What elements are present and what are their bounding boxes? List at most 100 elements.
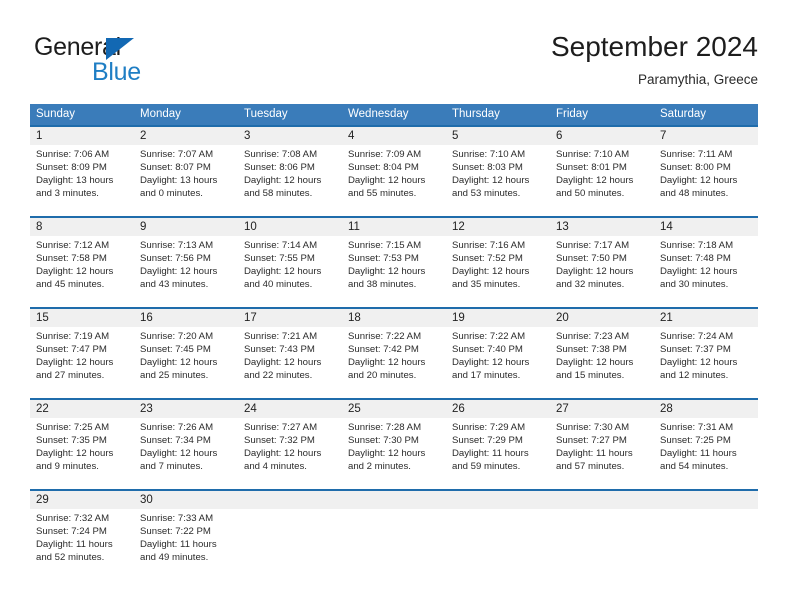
sunrise-text: Sunrise: 7:08 AM: [244, 149, 318, 160]
day-cell[interactable]: Sunrise: 7:14 AM Sunset: 7:55 PM Daylight:…: [238, 236, 342, 307]
day-cell[interactable]: Sunrise: 7:23 AM Sunset: 7:38 PM Daylight:…: [550, 327, 654, 398]
day-number[interactable]: 9: [134, 218, 238, 236]
sunrise-text: Sunrise: 7:22 AM: [348, 331, 422, 342]
sunrise-text: Sunrise: 7:11 AM: [660, 149, 733, 160]
sunrise-text: Sunrise: 7:25 AM: [36, 422, 110, 433]
sunset-text: Sunset: 7:50 PM: [556, 253, 627, 264]
day-cell[interactable]: Sunrise: 7:12 AM Sunset: 7:58 PM Daylight:…: [30, 236, 134, 307]
daylight-text: Daylight: 12 hours and 48 minutes.: [660, 175, 738, 199]
day-number[interactable]: 27: [550, 400, 654, 418]
day-number-band: 1234567: [30, 127, 758, 145]
day-cell[interactable]: Sunrise: 7:21 AM Sunset: 7:43 PM Daylight:…: [238, 327, 342, 398]
day-cell[interactable]: Sunrise: 7:27 AM Sunset: 7:32 PM Daylight:…: [238, 418, 342, 489]
sunrise-text: Sunrise: 7:33 AM: [140, 513, 214, 524]
day-cell[interactable]: Sunrise: 7:17 AM Sunset: 7:50 PM Daylight:…: [550, 236, 654, 307]
day-cell[interactable]: Sunrise: 7:09 AM Sunset: 8:04 PM Daylight:…: [342, 145, 446, 216]
day-number[interactable]: 1: [30, 127, 134, 145]
daylight-text: Daylight: 12 hours and 43 minutes.: [140, 266, 218, 290]
day-number[interactable]: 25: [342, 400, 446, 418]
day-cell[interactable]: Sunrise: 7:24 AM Sunset: 7:37 PM Daylight:…: [654, 327, 758, 398]
daylight-text: Daylight: 11 hours and 49 minutes.: [140, 539, 217, 563]
day-cell[interactable]: Sunrise: 7:16 AM Sunset: 7:52 PM Daylight:…: [446, 236, 550, 307]
day-cell[interactable]: Sunrise: 7:11 AM Sunset: 8:00 PM Daylight:…: [654, 145, 758, 216]
sunrise-text: Sunrise: 7:26 AM: [140, 422, 214, 433]
day-number[interactable]: 18: [342, 309, 446, 327]
day-number[interactable]: 7: [654, 127, 758, 145]
day-number[interactable]: 30: [134, 491, 238, 509]
sunrise-text: Sunrise: 7:12 AM: [36, 240, 110, 251]
day-cell[interactable]: Sunrise: 7:10 AM Sunset: 8:01 PM Daylight:…: [550, 145, 654, 216]
day-cell[interactable]: Sunrise: 7:20 AM Sunset: 7:45 PM Daylight:…: [134, 327, 238, 398]
sunset-text: Sunset: 7:29 PM: [452, 435, 523, 446]
general-blue-logo: General Blue: [34, 33, 254, 89]
day-number[interactable]: 2: [134, 127, 238, 145]
daylight-text: Daylight: 12 hours and 35 minutes.: [452, 266, 530, 290]
day-number[interactable]: 13: [550, 218, 654, 236]
daylight-text: Daylight: 12 hours and 27 minutes.: [36, 357, 114, 381]
day-number[interactable]: 4: [342, 127, 446, 145]
day-cell[interactable]: Sunrise: 7:30 AM Sunset: 7:27 PM Daylight:…: [550, 418, 654, 489]
day-number[interactable]: 21: [654, 309, 758, 327]
daylight-text: Daylight: 12 hours and 20 minutes.: [348, 357, 426, 381]
day-cell[interactable]: Sunrise: 7:25 AM Sunset: 7:35 PM Daylight:…: [30, 418, 134, 489]
day-number[interactable]: 14: [654, 218, 758, 236]
day-cell[interactable]: Sunrise: 7:32 AM Sunset: 7:24 PM Daylight:…: [30, 509, 134, 580]
sunset-text: Sunset: 7:38 PM: [556, 344, 627, 355]
day-number[interactable]: 12: [446, 218, 550, 236]
day-cell[interactable]: Sunrise: 7:22 AM Sunset: 7:40 PM Daylight:…: [446, 327, 550, 398]
day-cell[interactable]: Sunrise: 7:08 AM Sunset: 8:06 PM Daylight:…: [238, 145, 342, 216]
daylight-text: Daylight: 12 hours and 58 minutes.: [244, 175, 322, 199]
day-cell[interactable]: Sunrise: 7:28 AM Sunset: 7:30 PM Daylight:…: [342, 418, 446, 489]
sunrise-text: Sunrise: 7:16 AM: [452, 240, 526, 251]
day-number[interactable]: 19: [446, 309, 550, 327]
sunset-text: Sunset: 7:58 PM: [36, 253, 107, 264]
page-header: General Blue September 2024 Paramythia, …: [0, 0, 792, 100]
sunrise-text: Sunrise: 7:30 AM: [556, 422, 630, 433]
day-cell[interactable]: Sunrise: 7:13 AM Sunset: 7:56 PM Daylight:…: [134, 236, 238, 307]
daylight-text: Daylight: 12 hours and 25 minutes.: [140, 357, 218, 381]
sunset-text: Sunset: 7:22 PM: [140, 526, 211, 537]
location-subtitle: Paramythia, Greece: [637, 72, 758, 87]
day-cell[interactable]: Sunrise: 7:19 AM Sunset: 7:47 PM Daylight:…: [30, 327, 134, 398]
day-cell[interactable]: Sunrise: 7:15 AM Sunset: 7:53 PM Daylight:…: [342, 236, 446, 307]
day-cell[interactable]: Sunrise: 7:31 AM Sunset: 7:25 PM Daylight:…: [654, 418, 758, 489]
day-number[interactable]: 3: [238, 127, 342, 145]
sunset-text: Sunset: 7:47 PM: [36, 344, 107, 355]
day-cell[interactable]: Sunrise: 7:06 AM Sunset: 8:09 PM Daylight:…: [30, 145, 134, 216]
sunset-text: Sunset: 8:09 PM: [36, 162, 107, 173]
day-cell[interactable]: Sunrise: 7:29 AM Sunset: 7:29 PM Daylight:…: [446, 418, 550, 489]
day-number[interactable]: 16: [134, 309, 238, 327]
sunrise-text: Sunrise: 7:07 AM: [140, 149, 214, 160]
day-cell[interactable]: Sunrise: 7:33 AM Sunset: 7:22 PM Daylight:…: [134, 509, 238, 580]
day-cell[interactable]: Sunrise: 7:18 AM Sunset: 7:48 PM Daylight:…: [654, 236, 758, 307]
calendar-week-row: 15 16 17 18 19 20 21 Sunrise: 7:19 AM Sunset: 7:…: [30, 307, 758, 398]
day-number[interactable]: 26: [446, 400, 550, 418]
day-number[interactable]: 29: [30, 491, 134, 509]
daylight-text: Daylight: 12 hours and 50 minutes.: [556, 175, 634, 199]
day-number[interactable]: 11: [342, 218, 446, 236]
day-detail-band: Sunrise: 7:12 AM Sunset: 7:58 PM Daylight:…: [30, 236, 758, 307]
daylight-text: Daylight: 12 hours and 22 minutes.: [244, 357, 322, 381]
day-number[interactable]: 6: [550, 127, 654, 145]
day-cell[interactable]: Sunrise: 7:26 AM Sunset: 7:34 PM Daylight:…: [134, 418, 238, 489]
day-number[interactable]: 5: [446, 127, 550, 145]
weekday-header-thursday: Thursday: [452, 108, 500, 120]
day-number[interactable]: 20: [550, 309, 654, 327]
daylight-text: Daylight: 12 hours and 32 minutes.: [556, 266, 634, 290]
day-number[interactable]: 28: [654, 400, 758, 418]
daylight-text: Daylight: 11 hours and 52 minutes.: [36, 539, 113, 563]
calendar-week-row: 29 30 Sunrise: 7:32 AM Sunset: 7:24 PM Dayli…: [30, 489, 758, 580]
day-cell[interactable]: Sunrise: 7:22 AM Sunset: 7:42 PM Daylight:…: [342, 327, 446, 398]
day-number[interactable]: 23: [134, 400, 238, 418]
day-number[interactable]: 10: [238, 218, 342, 236]
day-number[interactable]: 24: [238, 400, 342, 418]
day-cell[interactable]: Sunrise: 7:10 AM Sunset: 8:03 PM Daylight:…: [446, 145, 550, 216]
day-number[interactable]: 17: [238, 309, 342, 327]
daylight-text: Daylight: 11 hours and 59 minutes.: [452, 448, 529, 472]
day-number[interactable]: 8: [30, 218, 134, 236]
day-number[interactable]: 22: [30, 400, 134, 418]
day-number[interactable]: 15: [30, 309, 134, 327]
day-cell[interactable]: Sunrise: 7:07 AM Sunset: 8:07 PM Daylight:…: [134, 145, 238, 216]
sunrise-text: Sunrise: 7:18 AM: [660, 240, 734, 251]
sunset-text: Sunset: 7:43 PM: [244, 344, 315, 355]
